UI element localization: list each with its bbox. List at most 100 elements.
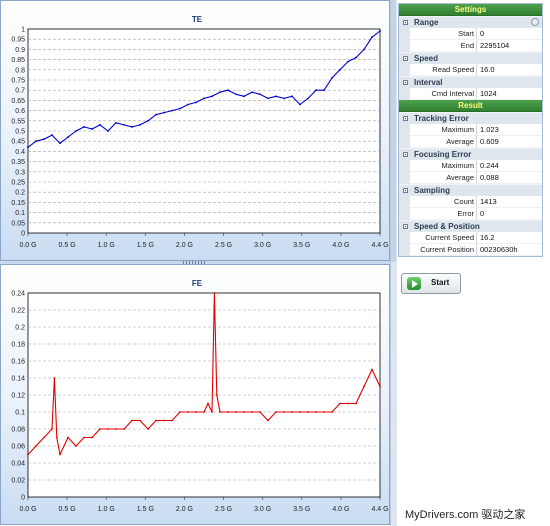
collapse-icon[interactable] bbox=[403, 116, 408, 121]
speed-position-category[interactable]: Speed & Position bbox=[399, 220, 542, 232]
fe-data-point bbox=[275, 411, 277, 413]
te-x-tick-label: 2.5 G bbox=[215, 242, 232, 249]
collapse-icon[interactable] bbox=[403, 188, 408, 193]
cmd-interval-row[interactable]: Cmd Interval 1024 bbox=[399, 88, 542, 100]
fe-y-tick-label: 0.06 bbox=[11, 444, 25, 451]
fe-data-point bbox=[291, 411, 293, 413]
te-data-point bbox=[259, 93, 261, 96]
te-data-point bbox=[163, 111, 165, 114]
te-data-point bbox=[371, 36, 373, 39]
fe-data-point bbox=[379, 385, 381, 388]
fe-data-point bbox=[147, 428, 149, 430]
te-data-point bbox=[91, 128, 93, 130]
fe-y-tick-label: 0.04 bbox=[11, 461, 25, 468]
te-data-point bbox=[355, 56, 357, 59]
start-value[interactable]: 0 bbox=[480, 28, 484, 40]
te-data-point bbox=[219, 91, 221, 94]
te-y-tick-label: 0.55 bbox=[11, 118, 25, 125]
collapse-icon[interactable] bbox=[403, 20, 408, 25]
te-x-tick-label: 1.0 G bbox=[98, 242, 115, 249]
count-label: Count bbox=[410, 196, 477, 208]
te-data-point bbox=[283, 97, 285, 100]
fe-data-point bbox=[123, 428, 125, 430]
fe-data-point bbox=[27, 453, 29, 456]
fe-data-point bbox=[99, 428, 101, 430]
cmd-interval-value[interactable]: 1024 bbox=[480, 88, 497, 100]
fe-max-row: Maximum 0.244 bbox=[399, 160, 542, 172]
sampling-category[interactable]: Sampling bbox=[399, 184, 542, 196]
te-data-point bbox=[107, 130, 109, 132]
te-data-point bbox=[195, 101, 197, 104]
fe-x-tick-label: 3.0 G bbox=[254, 506, 271, 513]
fe-data-point bbox=[67, 436, 69, 439]
end-value[interactable]: 2295104 bbox=[480, 40, 509, 52]
fe-data-point bbox=[91, 436, 93, 439]
te-data-point bbox=[171, 109, 173, 112]
te-data-point bbox=[235, 93, 237, 96]
interval-label: Interval bbox=[414, 78, 443, 87]
tracking-error-label: Tracking Error bbox=[414, 114, 469, 123]
result-header: Result bbox=[399, 100, 542, 112]
te-x-tick-label: 1.5 G bbox=[137, 242, 154, 249]
end-row[interactable]: End 2295104 bbox=[399, 40, 542, 52]
fe-y-tick-label: 0.1 bbox=[15, 410, 25, 417]
fe-max-value: 0.244 bbox=[480, 161, 499, 170]
interval-category[interactable]: Interval bbox=[399, 76, 542, 88]
te-data-point bbox=[51, 134, 53, 136]
te-y-tick-label: 0.1 bbox=[15, 210, 25, 217]
fe-y-tick-label: 0.12 bbox=[11, 393, 25, 400]
fe-x-tick-label: 0.5 G bbox=[59, 506, 76, 513]
fe-data-point bbox=[53, 377, 56, 379]
current-position-row: Current Position 00230630h bbox=[399, 244, 542, 256]
play-icon bbox=[407, 277, 421, 290]
fe-data-point bbox=[55, 436, 58, 439]
te-data-point bbox=[243, 95, 245, 98]
collapse-icon[interactable] bbox=[403, 152, 408, 157]
collapse-icon[interactable] bbox=[403, 224, 408, 229]
fe-data-point bbox=[259, 411, 261, 413]
te-y-tick-label: 0.3 bbox=[15, 169, 25, 176]
te-y-tick-label: 0.35 bbox=[11, 159, 25, 166]
speed-category[interactable]: Speed bbox=[399, 52, 542, 64]
fe-data-point bbox=[211, 411, 213, 413]
te-x-tick-label: 0.5 G bbox=[59, 242, 76, 249]
fe-data-point bbox=[251, 411, 253, 413]
start-row[interactable]: Start 0 bbox=[399, 28, 542, 40]
fe-data-point bbox=[179, 411, 181, 413]
collapse-icon[interactable] bbox=[403, 56, 408, 61]
fe-data-point bbox=[163, 419, 165, 422]
te-y-tick-label: 0.4 bbox=[15, 149, 25, 156]
speed-label: Speed bbox=[414, 54, 439, 63]
te-y-tick-label: 0.7 bbox=[15, 88, 25, 95]
fe-data-point bbox=[215, 394, 218, 396]
te-data-point bbox=[227, 89, 229, 92]
start-button-label: Start bbox=[431, 278, 450, 287]
focusing-error-category[interactable]: Focusing Error bbox=[399, 148, 542, 160]
te-x-tick-label: 4.0 G bbox=[332, 242, 349, 249]
collapse-icon[interactable] bbox=[403, 80, 408, 85]
read-speed-value[interactable]: 16.0 bbox=[480, 64, 495, 76]
te-x-tick-label: 3.5 G bbox=[293, 242, 310, 249]
range-category[interactable]: Range bbox=[399, 16, 542, 28]
fe-data-point bbox=[243, 411, 245, 413]
te-y-tick-label: 0 bbox=[21, 231, 25, 238]
tracking-error-category[interactable]: Tracking Error bbox=[399, 112, 542, 124]
fe-chart-panel: FE 0 0.02 0.04 0.06 0.08 0.1 0.12 0.14 0.16 0.18 0… bbox=[0, 264, 390, 525]
fe-y-tick-label: 0.02 bbox=[11, 478, 25, 485]
cmd-interval-label: Cmd Interval bbox=[410, 88, 477, 100]
current-position-value: 00230630h bbox=[480, 245, 518, 254]
te-data-point bbox=[299, 103, 301, 106]
fe-data-point bbox=[213, 292, 216, 294]
read-speed-row[interactable]: Read Speed 16.0 bbox=[399, 64, 542, 76]
te-y-tick-label: 0.8 bbox=[15, 67, 25, 74]
start-button[interactable]: Start bbox=[401, 273, 461, 294]
scrollbar-thumb[interactable] bbox=[391, 0, 396, 262]
te-data-point bbox=[99, 123, 101, 126]
te-data-point bbox=[347, 60, 349, 63]
fe-y-tick-label: 0.18 bbox=[11, 342, 25, 349]
te-x-tick-label: 0.0 G bbox=[19, 242, 36, 249]
te-data-point bbox=[83, 126, 85, 128]
fe-y-tick-label: 0.24 bbox=[11, 291, 25, 298]
error-label: Error bbox=[410, 208, 477, 220]
settings-toggle-icon[interactable] bbox=[531, 18, 539, 26]
